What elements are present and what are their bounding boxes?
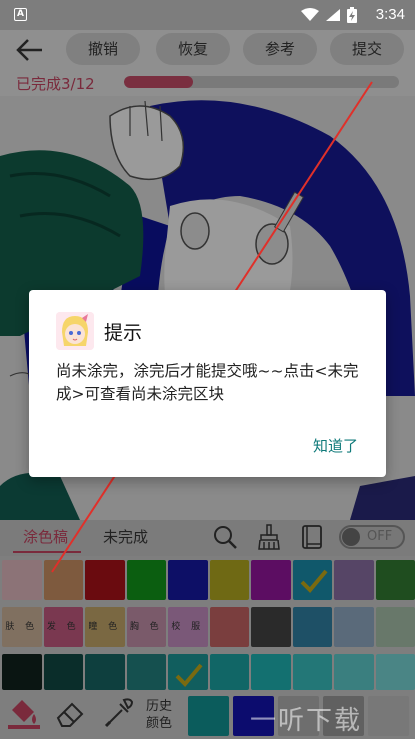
swatch-label: 发 色 (46, 622, 80, 632)
brush-button[interactable] (256, 524, 282, 550)
fill-bucket-button[interactable] (6, 694, 42, 739)
dialog-ok-button[interactable]: 知道了 (313, 435, 358, 456)
color-swatch[interactable] (209, 560, 249, 600)
color-swatch[interactable] (292, 654, 332, 690)
color-swatch[interactable] (251, 654, 291, 690)
color-swatch[interactable] (292, 560, 332, 600)
wifi-icon (301, 8, 319, 21)
color-swatch[interactable] (168, 560, 208, 600)
book-icon (302, 525, 322, 549)
book-button[interactable] (299, 524, 325, 550)
dialog-title: 提示 (104, 322, 143, 344)
color-swatch[interactable] (85, 654, 125, 690)
color-swatch[interactable] (2, 560, 42, 600)
eraser-icon (56, 702, 84, 727)
search-icon (214, 526, 237, 549)
color-swatch[interactable] (126, 654, 166, 690)
progress-fill (124, 76, 193, 88)
app-notification-icon: A (14, 8, 27, 21)
paint-bucket-icon (8, 700, 40, 729)
selected-check-icon (300, 569, 328, 593)
redo-button[interactable]: 恢复 (156, 33, 230, 65)
dialog-message: 尚未涂完，涂完后才能提交哦~~点击<未完成>可查看尚未涂完区块 (56, 362, 359, 403)
undo-button[interactable]: 撤销 (66, 33, 140, 65)
eyedropper-icon (104, 698, 134, 728)
swatch-label: 胸 色 (129, 622, 163, 632)
top-toolbar: 撤销 恢复 参考 提交 (0, 30, 415, 70)
active-tab-indicator (13, 551, 81, 553)
swatch-label: 瞳 色 (88, 622, 122, 632)
tab-unfinished[interactable]: 未完成 (103, 526, 148, 547)
swatch-label: 肤 色 (5, 622, 39, 632)
mascot-avatar (56, 312, 94, 350)
back-button[interactable] (12, 34, 48, 66)
broom-icon (258, 524, 280, 550)
signal-icon (326, 9, 340, 21)
history-label-line1: 历史 (146, 699, 173, 714)
outline-toggle[interactable]: OFF (339, 525, 405, 549)
submit-warning-dialog: 提示 尚未涂完，涂完后才能提交哦~~点击<未完成>可查看尚未涂完区块 知道了 (29, 290, 386, 477)
color-swatch[interactable] (85, 560, 125, 600)
status-bar: A 3:34 (0, 0, 415, 30)
submit-button[interactable]: 提交 (330, 33, 404, 65)
history-color-swatch[interactable] (188, 696, 229, 736)
color-swatch[interactable] (375, 607, 415, 647)
progress-bar (124, 76, 399, 88)
color-swatch[interactable] (251, 560, 291, 600)
color-swatch[interactable] (2, 654, 42, 690)
color-swatch[interactable] (375, 654, 415, 690)
toggle-label: OFF (367, 529, 393, 544)
color-swatch[interactable]: 校 服 (168, 607, 208, 647)
color-swatch[interactable] (43, 560, 83, 600)
color-swatch[interactable] (126, 560, 166, 600)
color-swatch[interactable]: 肤 色 (2, 607, 42, 647)
color-swatch[interactable] (43, 654, 83, 690)
reference-button[interactable]: 参考 (243, 33, 317, 65)
eraser-button[interactable] (54, 694, 90, 739)
progress-row: 已完成3/12 (0, 70, 415, 96)
color-swatch[interactable] (209, 607, 249, 647)
color-swatch[interactable] (375, 560, 415, 600)
color-swatch[interactable]: 胸 色 (126, 607, 166, 647)
color-swatch[interactable] (251, 607, 291, 647)
color-swatch[interactable] (334, 654, 374, 690)
toggle-knob (342, 528, 360, 546)
color-swatch[interactable] (334, 607, 374, 647)
color-swatch[interactable]: 发 色 (43, 607, 83, 647)
progress-label: 已完成3/12 (16, 75, 95, 93)
history-colors-label[interactable]: 历史 颜色 (146, 698, 172, 732)
back-arrow-icon (16, 39, 42, 61)
clock: 3:34 (375, 6, 405, 23)
color-swatch[interactable] (209, 654, 249, 690)
palette-tabs: 涂色稿 未完成 OFF (0, 520, 415, 556)
battery-charging-icon (347, 7, 357, 23)
eyedropper-button[interactable] (100, 694, 136, 739)
search-button[interactable] (212, 524, 238, 550)
color-swatch[interactable] (292, 607, 332, 647)
tab-coloring[interactable]: 涂色稿 (23, 526, 68, 547)
status-icons (301, 7, 357, 23)
watermark-logo: 一听下载 (250, 706, 363, 736)
swatch-label: 校 服 (171, 622, 205, 632)
color-swatch[interactable] (334, 560, 374, 600)
history-label-line2: 颜色 (146, 716, 173, 731)
color-swatch[interactable] (168, 654, 208, 690)
color-swatch[interactable]: 瞳 色 (85, 607, 125, 647)
selected-check-icon (175, 663, 203, 687)
history-color-swatch[interactable] (368, 696, 409, 736)
